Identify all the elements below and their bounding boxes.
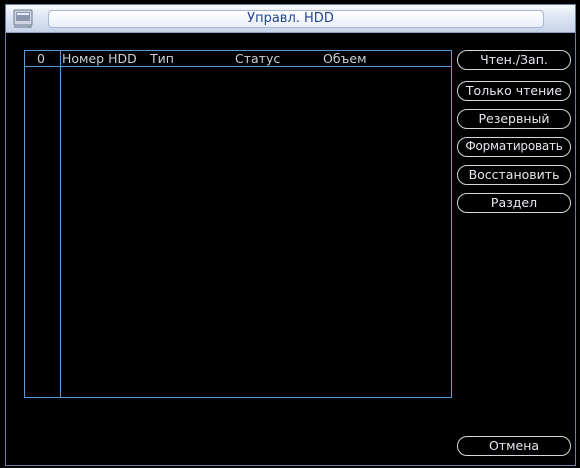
read-only-button-label: Только чтение	[465, 83, 563, 98]
column-header-index: 0	[37, 51, 45, 66]
redundant-button[interactable]: Резервный	[457, 109, 571, 129]
column-divider	[60, 51, 61, 397]
column-header-status: Статус	[235, 51, 281, 66]
hdd-manager-window: Управл. HDD 0 Номер HDD Тип Статус Объем…	[5, 4, 576, 466]
redundant-button-label: Резервный	[478, 111, 550, 126]
cancel-button-label: Отмена	[488, 438, 540, 453]
cancel-button[interactable]: Отмена	[457, 436, 571, 456]
partition-button[interactable]: Раздел	[457, 193, 571, 213]
read-only-button[interactable]: Только чтение	[457, 81, 571, 101]
read-write-button[interactable]: Чтен./Зап.	[457, 50, 571, 70]
hdd-list[interactable]: 0 Номер HDD Тип Статус Объем	[24, 50, 452, 398]
column-header-type: Тип	[150, 51, 174, 66]
column-header-hdd-number: Номер HDD	[62, 51, 137, 66]
window-title: Управл. HDD	[247, 11, 334, 26]
restore-button[interactable]: Восстановить	[457, 165, 571, 185]
column-header-capacity: Объем	[323, 51, 367, 66]
format-button[interactable]: Форматировать	[457, 137, 571, 157]
read-write-button-label: Чтен./Зап.	[480, 52, 548, 67]
partition-button-label: Раздел	[490, 195, 538, 210]
title-bar: Управл. HDD	[6, 5, 575, 33]
restore-button-label: Восстановить	[468, 167, 560, 182]
format-button-label: Форматировать	[465, 139, 563, 153]
hdd-list-header: 0 Номер HDD Тип Статус Объем	[25, 51, 451, 67]
